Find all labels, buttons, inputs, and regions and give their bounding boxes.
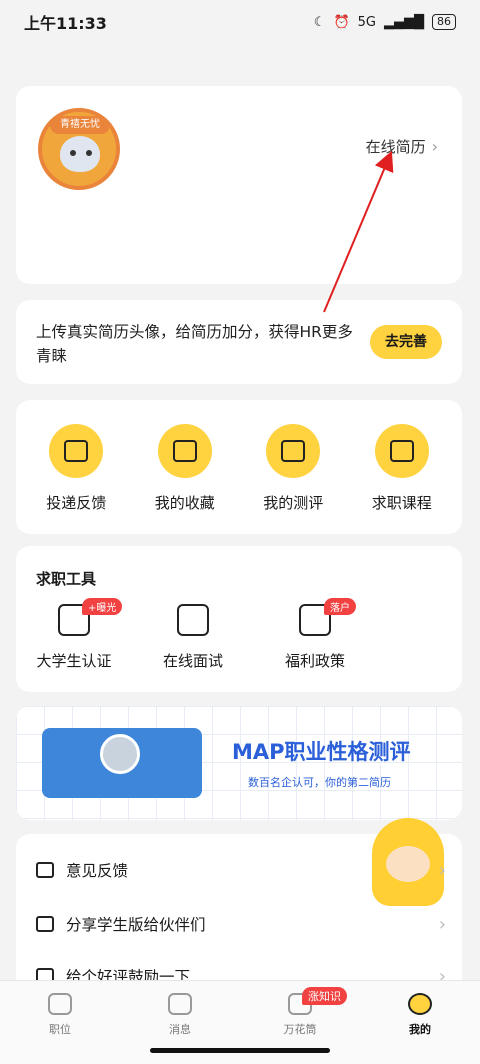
- online-resume-link[interactable]: 在线简历 ›: [366, 136, 438, 157]
- tool-label: 福利政策: [284, 652, 345, 670]
- job-tools-title: 求职工具: [36, 570, 97, 588]
- tab-badge: 涨知识: [302, 987, 347, 1005]
- complete-profile-button[interactable]: 去完善: [370, 325, 442, 359]
- quick-action-delivery-feedback[interactable]: 投递反馈: [26, 424, 126, 534]
- quick-action-label: 我的测评: [263, 494, 324, 512]
- signal-icon: ▂▄▆█: [384, 14, 424, 30]
- tab-label: 我的: [409, 1023, 431, 1036]
- tool-badge: 落户: [324, 598, 356, 615]
- chevron-right-icon: ›: [438, 859, 446, 881]
- tool-badge: +曝光: [82, 598, 123, 615]
- quick-action-label: 投递反馈: [46, 494, 107, 512]
- tab-label: 消息: [169, 1023, 191, 1036]
- upload-tip-text: 上传真实简历头像，给简历加分，获得HR更多青睐: [36, 323, 353, 365]
- moon-icon: ☾: [313, 14, 326, 30]
- job-tools-card: 求职工具 +曝光 大学生认证 在线面试 落户 福利政策: [16, 546, 462, 692]
- alarm-icon: ⏰: [333, 14, 350, 30]
- status-time: 上午11:33: [24, 14, 107, 33]
- tool-student-verification[interactable]: +曝光 大学生认证: [16, 598, 132, 671]
- network-label: 5G: [357, 14, 376, 30]
- tab-label: 万花筒: [283, 1023, 317, 1036]
- folder-icon: [157, 424, 212, 478]
- tab-label: 职位: [49, 1023, 71, 1036]
- settings-share[interactable]: 分享学生版给伙伴们 ›: [36, 912, 446, 936]
- avatar[interactable]: 青禧无忧: [38, 108, 120, 190]
- tool-label: 大学生认证: [36, 652, 112, 670]
- banner-subtitle: 数百名企认可，你的第二简历: [248, 776, 391, 789]
- video-envelope-icon: [177, 604, 209, 636]
- eye-icon: [86, 150, 92, 156]
- envelope-icon: [49, 424, 104, 478]
- status-icons: ☾ ⏰ 5G ▂▄▆█ 86: [314, 14, 456, 30]
- briefcase-icon: [48, 993, 72, 1015]
- share-icon: [36, 916, 54, 932]
- profile-card: 青禧无忧 在线简历 ›: [16, 86, 462, 284]
- tab-me[interactable]: 我的: [360, 981, 480, 1064]
- tool-welfare-policy[interactable]: 落户 福利政策: [254, 598, 376, 671]
- clipboard-check-icon: [266, 424, 321, 478]
- profile-face-icon: [408, 993, 432, 1015]
- settings-list: 意见反馈 › 分享学生版给伙伴们 › 给个好评鼓励一下 ›: [16, 818, 462, 994]
- chevron-right-icon: ›: [431, 137, 438, 156]
- home-indicator: [150, 1048, 330, 1053]
- quick-action-favorites[interactable]: 我的收藏: [135, 424, 235, 534]
- battery-icon: 86: [432, 14, 456, 30]
- quick-action-label: 求职课程: [371, 494, 432, 512]
- settings-feedback[interactable]: 意见反馈 ›: [36, 858, 446, 882]
- online-resume-label: 在线简历: [365, 138, 426, 156]
- status-bar: 上午11:33 ☾ ⏰ 5G ▂▄▆█ 86: [0, 0, 480, 44]
- tool-label: 在线面试: [162, 652, 223, 670]
- feedback-icon: [36, 862, 54, 878]
- mascot-face-icon: [60, 136, 100, 172]
- lens-icon: [100, 734, 140, 774]
- banner-title: MAP职业性格测评: [232, 740, 411, 764]
- settings-label: 意见反馈: [66, 862, 129, 880]
- map-assessment-banner[interactable]: MAP职业性格测评 数百名企认可，你的第二简历: [16, 706, 462, 820]
- tool-online-interview[interactable]: 在线面试: [132, 604, 254, 671]
- quick-actions: 投递反馈 我的收藏 我的测评 求职课程: [16, 400, 462, 534]
- upload-tip-card: 上传真实简历头像，给简历加分，获得HR更多青睐 去完善: [16, 300, 462, 384]
- tab-jobs[interactable]: 职位: [0, 981, 120, 1064]
- quick-action-courses[interactable]: 求职课程: [352, 424, 452, 534]
- chat-icon: [168, 993, 192, 1015]
- quick-action-assessments[interactable]: 我的测评: [243, 424, 343, 534]
- book-icon: [374, 424, 429, 478]
- eye-icon: [70, 150, 76, 156]
- avatar-badge: 青禧无忧: [50, 116, 110, 134]
- chevron-right-icon: ›: [438, 913, 446, 935]
- settings-label: 分享学生版给伙伴们: [66, 916, 206, 934]
- quick-action-label: 我的收藏: [154, 494, 215, 512]
